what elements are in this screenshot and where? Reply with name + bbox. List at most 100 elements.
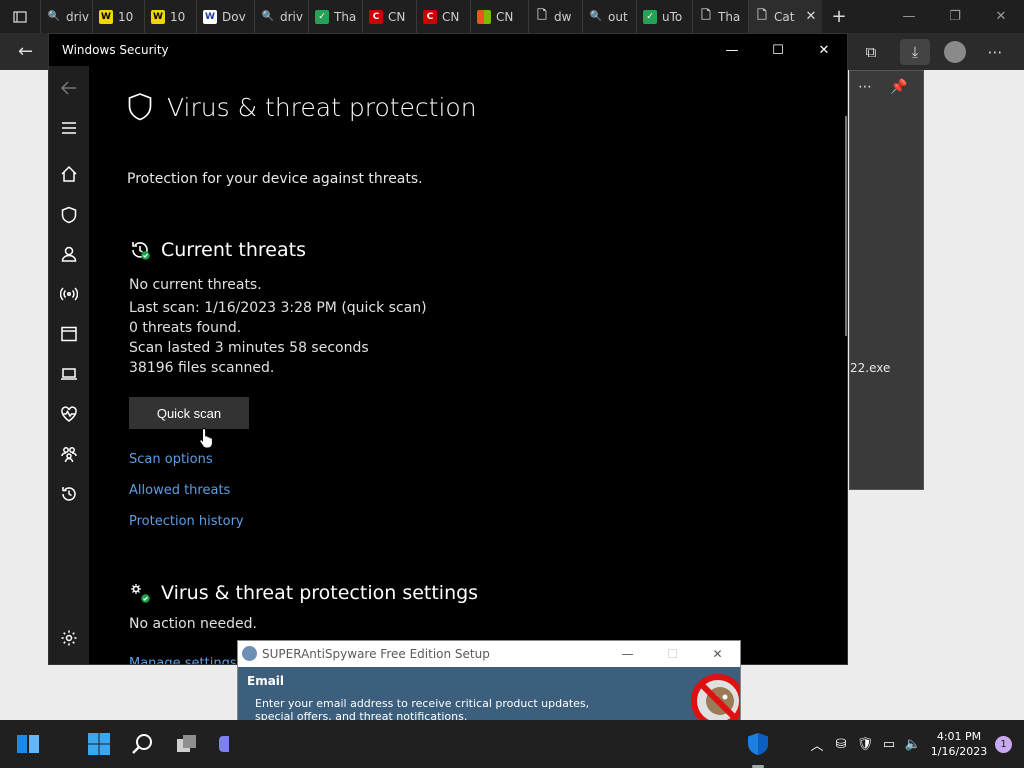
page-header: Virus & threat protection	[127, 92, 477, 122]
setup-close-icon[interactable]: ✕	[695, 641, 740, 667]
browser-tab[interactable]: C CN	[416, 0, 470, 33]
current-threats-title: Current threats	[161, 239, 306, 261]
volume-icon[interactable]: 🔈	[901, 732, 925, 756]
w-icon: W	[99, 9, 113, 24]
browser-tab[interactable]: 🔍 driv	[254, 0, 308, 33]
setup-app-icon	[242, 646, 257, 661]
page-icon: 🗋	[701, 8, 711, 22]
gears-check-icon	[131, 584, 150, 603]
profile-avatar[interactable]	[944, 41, 966, 63]
browser-minimize-icon[interactable]: —	[886, 0, 932, 33]
security-tray-icon[interactable]: 🛡	[853, 732, 877, 756]
maximize-icon[interactable]: ☐	[755, 34, 801, 66]
downloads-icon[interactable]: ⤓	[900, 39, 930, 65]
settings-status-text: No action needed.	[129, 616, 257, 632]
windows-security-taskbar-icon[interactable]	[746, 732, 770, 756]
w-icon: W	[151, 9, 165, 24]
display-tray-icon[interactable]: ▭	[877, 732, 901, 756]
pin-icon[interactable]: 📌	[890, 79, 907, 95]
browser-tab[interactable]: 🗋 dw	[528, 0, 582, 33]
scan-options-link[interactable]: Scan options	[129, 452, 213, 467]
system-tray: ︿ ⛁ 🛡 ▭ 🔈 4:01 PM 1/16/2023 1	[805, 720, 1024, 768]
family-icon[interactable]	[59, 444, 79, 464]
threats-found-text: 0 threats found.	[129, 320, 242, 336]
more-options-icon[interactable]: ⋯	[980, 39, 1010, 65]
settings-header: Virus & threat protection settings	[129, 582, 478, 604]
settings-gear-icon[interactable]	[59, 628, 79, 648]
browser-tab[interactable]: W 10	[92, 0, 144, 33]
device-security-icon[interactable]	[59, 364, 79, 384]
content-scrollbar[interactable]	[845, 116, 847, 336]
clock[interactable]: 4:01 PM 1/16/2023	[925, 729, 993, 759]
home-icon[interactable]	[59, 164, 79, 184]
setup-maximize-icon: ☐	[667, 647, 678, 661]
history-icon[interactable]	[59, 484, 79, 504]
browser-tab-label: 10	[170, 9, 186, 24]
health-icon[interactable]	[59, 404, 79, 424]
task-view-icon[interactable]	[175, 732, 199, 756]
downloads-flyout: ⋯ 📌 22.exe	[849, 70, 924, 490]
browser-restore-icon[interactable]: ❐	[932, 0, 978, 33]
windows-security-window: Windows Security — ☐ ✕ Virus & threat pr…	[48, 33, 848, 665]
browser-tab-label: Tha	[334, 9, 357, 24]
browser-tab[interactable]: W 10	[144, 0, 196, 33]
page-title: Virus & threat protection	[167, 92, 477, 122]
browser-tab-label: 10	[118, 9, 134, 24]
allowed-threats-link[interactable]: Allowed threats	[129, 483, 230, 498]
page-icon: 🗋	[757, 8, 767, 22]
network-tray-icon[interactable]: ⛁	[829, 732, 853, 756]
minimize-icon[interactable]: —	[709, 34, 755, 66]
browser-tab[interactable]: 🔍 out	[582, 0, 636, 33]
setup-minimize-icon[interactable]: —	[605, 641, 650, 667]
tab-actions-icon[interactable]	[0, 0, 40, 33]
close-icon[interactable]: ✕	[801, 34, 847, 66]
clock-date: 1/16/2023	[930, 745, 988, 758]
show-hidden-icons-chevron-icon[interactable]: ︿	[805, 732, 829, 756]
browser-tab[interactable]: W Dov	[196, 0, 254, 33]
v-icon: ✓	[315, 9, 329, 24]
browser-tab-label: Cat	[774, 9, 795, 24]
search-icon: 🔍	[47, 11, 61, 22]
w-icon: W	[203, 9, 217, 24]
taskbar: ︿ ⛁ 🛡 ▭ 🔈 4:01 PM 1/16/2023 1	[0, 720, 1024, 768]
settings-title: Virus & threat protection settings	[161, 582, 479, 604]
page-subtitle: Protection for your device against threa…	[127, 171, 423, 187]
browser-close-icon[interactable]: ✕	[978, 0, 1024, 33]
browser-tab-label: CN	[442, 9, 460, 24]
browser-tab[interactable]: 🔍 driv	[40, 0, 92, 33]
collections-icon[interactable]: ⧉	[856, 39, 886, 65]
browser-tab[interactable]: 🗋 Tha	[692, 0, 748, 33]
hand-cursor-icon	[199, 427, 213, 449]
last-scan-text: Last scan: 1/16/2023 3:28 PM (quick scan…	[129, 300, 427, 316]
browser-tab[interactable]: CN	[470, 0, 528, 33]
browser-tab-label: driv	[280, 9, 303, 24]
new-tab-button[interactable]: +	[822, 6, 856, 27]
clock-time: 4:01 PM	[936, 730, 982, 743]
v-icon: ✓	[643, 9, 657, 24]
setup-title: SUPERAntiSpyware Free Edition Setup	[262, 647, 490, 661]
browser-tab[interactable]: ✓ uTo	[636, 0, 692, 33]
browser-tab-bar: 🔍 driv W 10 W 10 W Dov 🔍 driv ✓ Tha C CN C CN CN 🗋 dw 🔍 out ✓…	[0, 0, 1024, 33]
browser-back-icon[interactable]: ←	[18, 41, 33, 62]
download-item-name[interactable]: 22.exe	[850, 361, 890, 375]
tab-close-icon[interactable]: ✕	[805, 9, 816, 24]
quick-scan-button[interactable]: Quick scan	[129, 397, 249, 429]
hamburger-menu-icon[interactable]	[59, 118, 79, 138]
start-windows-icon[interactable]	[87, 732, 111, 756]
manage-settings-link[interactable]: Manage settings	[129, 656, 237, 664]
teams-chat-icon[interactable]	[217, 732, 229, 756]
back-arrow-icon[interactable]	[59, 78, 79, 98]
notification-badge[interactable]: 1	[995, 735, 1012, 753]
network-icon[interactable]	[59, 284, 79, 304]
browser-tab[interactable]: 🗋 Cat ✕	[748, 0, 822, 33]
app-browser-icon[interactable]	[59, 324, 79, 344]
protection-history-link[interactable]: Protection history	[129, 514, 244, 529]
widgets-icon[interactable]	[16, 732, 40, 756]
taskbar-search-icon[interactable]	[131, 732, 155, 756]
browser-tab[interactable]: C CN	[362, 0, 416, 33]
browser-tab[interactable]: ✓ Tha	[308, 0, 362, 33]
account-icon[interactable]	[59, 244, 79, 264]
page-icon: 🗋	[537, 8, 547, 22]
downloads-more-icon[interactable]: ⋯	[858, 79, 872, 95]
shield-icon[interactable]	[59, 205, 79, 225]
